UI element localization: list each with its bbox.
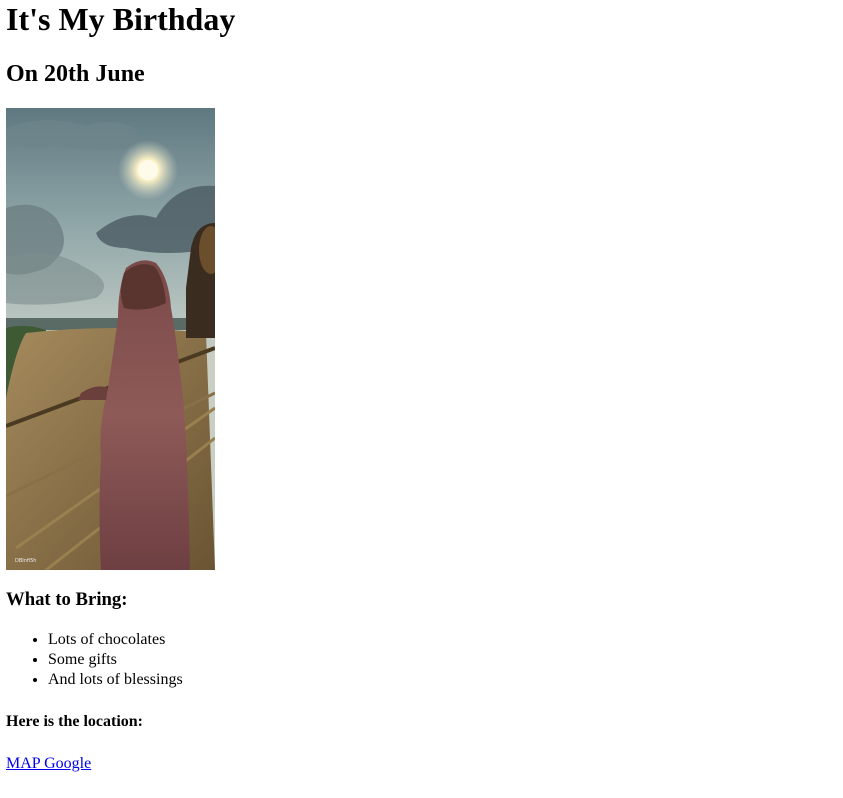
list-item: Lots of chocolates bbox=[48, 630, 837, 650]
map-google-link[interactable]: MAP Google bbox=[6, 755, 91, 772]
list-item: Some gifts bbox=[48, 650, 837, 670]
bring-list: Lots of chocolates Some gifts And lots o… bbox=[6, 630, 837, 690]
photo-credit: DBInfi5h bbox=[15, 558, 36, 564]
page-title: It's My Birthday bbox=[6, 1, 236, 37]
page-subtitle: On 20th June bbox=[6, 61, 145, 87]
bring-heading: What to Bring: bbox=[6, 589, 128, 610]
list-item: And lots of blessings bbox=[48, 670, 837, 690]
map-link-paragraph: MAP Google bbox=[6, 754, 837, 774]
location-heading: Here is the location: bbox=[6, 713, 144, 730]
page-content: It's My Birthday On 20th June DBInfi5h W… bbox=[0, 0, 843, 774]
birthday-photo: DBInfi5h bbox=[6, 108, 215, 570]
